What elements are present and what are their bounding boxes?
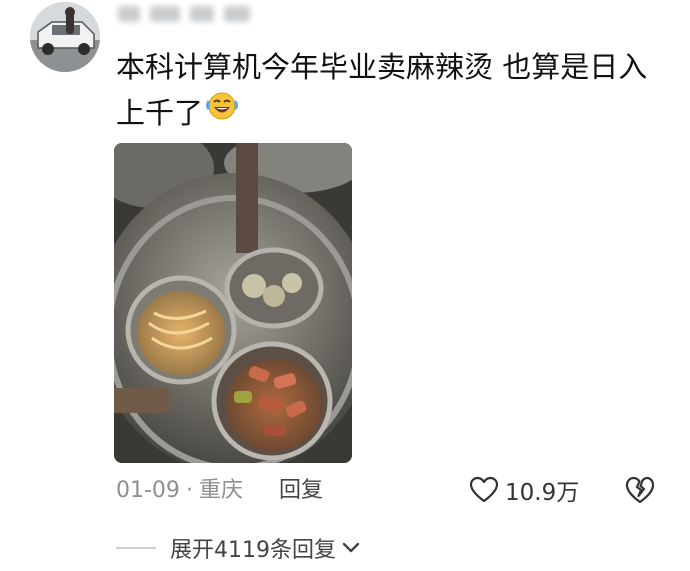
- heart-outline-icon: [469, 476, 499, 503]
- comment-meta: 01-09 · 重庆: [116, 477, 243, 505]
- username-blurred[interactable]: [118, 6, 268, 32]
- reply-button[interactable]: 回复: [279, 477, 323, 505]
- like-button[interactable]: 10.9万: [469, 474, 579, 506]
- comment-text-line2: 上千了: [116, 96, 204, 130]
- dislike-button[interactable]: [624, 475, 656, 509]
- expand-replies-label: 展开4119条回复: [170, 538, 336, 563]
- chevron-down-icon: [342, 542, 360, 553]
- comment-card: 本科计算机今年毕业卖麻辣烫 也算是日入 上千了 01-09 · 重庆 回复 10…: [0, 0, 690, 571]
- rofl-emoji-icon: [205, 88, 239, 134]
- avatar[interactable]: [30, 2, 100, 72]
- like-count: 10.9万: [505, 480, 580, 506]
- food-photo[interactable]: [114, 143, 352, 463]
- comment-text-line1: 本科计算机今年毕业卖麻辣烫 也算是日入: [116, 50, 648, 84]
- expand-replies[interactable]: 展开4119条回复: [116, 532, 360, 564]
- broken-heart-icon: [625, 476, 655, 504]
- comment-text: 本科计算机今年毕业卖麻辣烫 也算是日入 上千了: [116, 44, 656, 136]
- divider-line: [116, 547, 156, 549]
- meta-separator: ·: [185, 478, 193, 503]
- comment-location: 重庆: [198, 478, 243, 503]
- comment-date: 01-09: [116, 478, 180, 503]
